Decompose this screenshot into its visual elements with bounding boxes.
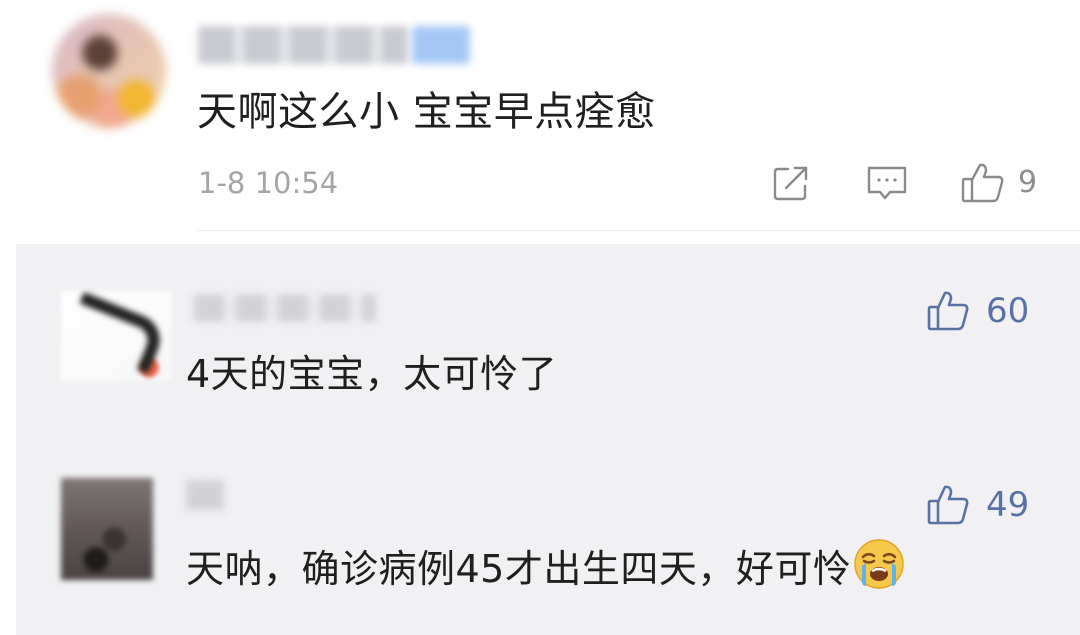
username-blurred[interactable] [194, 294, 376, 322]
avatar[interactable] [61, 291, 171, 381]
reply-text: 4天的宝宝，太可怜了 [186, 352, 558, 396]
avatar[interactable] [61, 478, 153, 580]
avatar[interactable] [52, 14, 166, 128]
comment-text: 天啊这么小 宝宝早点痊愈 [197, 89, 656, 135]
username-blurred[interactable] [198, 26, 408, 64]
reply-text: 天呐，确诊病例45才出生四天，好可怜 [186, 547, 852, 591]
reply-item: 49 天呐，确诊病例45才出生四天，好可怜 [16, 434, 1080, 635]
main-comment: 天啊这么小 宝宝早点痊愈 1-8 10:54 9 [0, 0, 1080, 238]
reply-text-line: 天呐，确诊病例45才出生四天，好可怜 [186, 538, 905, 594]
comment-icon[interactable] [865, 164, 909, 202]
like-count: 9 [1018, 165, 1038, 200]
divider [198, 230, 1080, 231]
like-count: 49 [986, 485, 1030, 525]
thumbs-up-icon[interactable] [926, 288, 970, 332]
comment-timestamp: 1-8 10:54 [198, 166, 339, 200]
user-badge-blurred [412, 26, 470, 64]
thumbs-up-icon[interactable] [926, 482, 970, 526]
username-blurred[interactable] [186, 480, 224, 510]
crying-face-emoji [854, 539, 905, 589]
share-icon[interactable] [771, 163, 811, 203]
thumbs-up-icon[interactable] [960, 160, 1006, 204]
reply-item: 60 4天的宝宝，太可怜了 [16, 244, 1080, 434]
reply-section: 60 4天的宝宝，太可怜了 49 天呐，确诊病例45才出生四天，好可怜 [16, 244, 1080, 635]
like-count: 60 [986, 291, 1030, 331]
